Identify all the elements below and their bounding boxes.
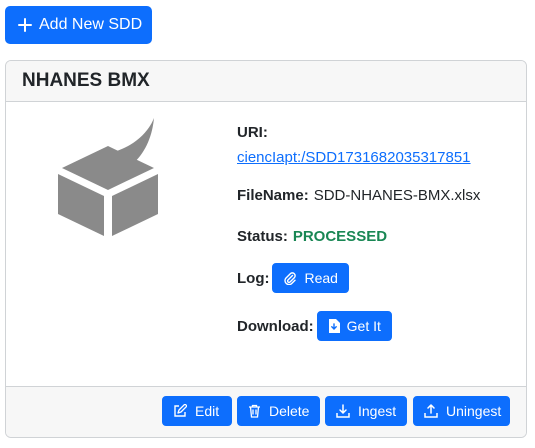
get-it-button[interactable]: Get It: [316, 311, 392, 341]
edit-button[interactable]: Edit: [162, 396, 232, 426]
sdd-card: NHANES BMX URI: ciencIapt:/SDD1731682035…: [5, 60, 527, 438]
add-new-sdd-label: Add New SDD: [39, 16, 143, 33]
card-body: URI: ciencIapt:/SDD1731682035317851 File…: [6, 102, 526, 388]
uri-link[interactable]: ciencIapt:/SDD1731682035317851: [237, 147, 471, 168]
plus-icon: [18, 18, 32, 32]
download-label: Download:: [237, 317, 314, 335]
upload-icon: [424, 404, 438, 418]
sdd-logo-icon: [58, 118, 158, 236]
card-title: NHANES BMX: [22, 70, 150, 91]
delete-button[interactable]: Delete: [237, 396, 320, 426]
paperclip-icon: [283, 271, 297, 285]
read-log-button[interactable]: Read: [272, 263, 349, 293]
delete-label: Delete: [269, 403, 310, 419]
uningest-label: Uningest: [446, 403, 502, 419]
add-new-sdd-button[interactable]: Add New SDD: [5, 6, 152, 44]
edit-label: Edit: [195, 403, 220, 419]
card-header: NHANES BMX: [6, 61, 526, 102]
ingest-label: Ingest: [358, 403, 397, 419]
filename-label: FileName:: [237, 187, 309, 204]
trash-icon: [248, 404, 261, 418]
card-footer: Edit Delete Ingest Uningest: [6, 386, 526, 437]
file-download-icon: [328, 319, 340, 333]
uri-label: URI:: [237, 124, 268, 141]
read-label: Read: [304, 270, 338, 286]
ingest-button[interactable]: Ingest: [325, 396, 407, 426]
download-icon: [336, 404, 350, 418]
status-label: Status:: [237, 228, 288, 245]
log-label: Log:: [237, 269, 270, 287]
get-it-label: Get It: [346, 318, 381, 334]
filename-value: SDD-NHANES-BMX.xlsx: [313, 187, 481, 204]
uningest-button[interactable]: Uningest: [413, 396, 510, 426]
edit-icon: [173, 404, 187, 418]
status-value: PROCESSED: [292, 228, 388, 245]
